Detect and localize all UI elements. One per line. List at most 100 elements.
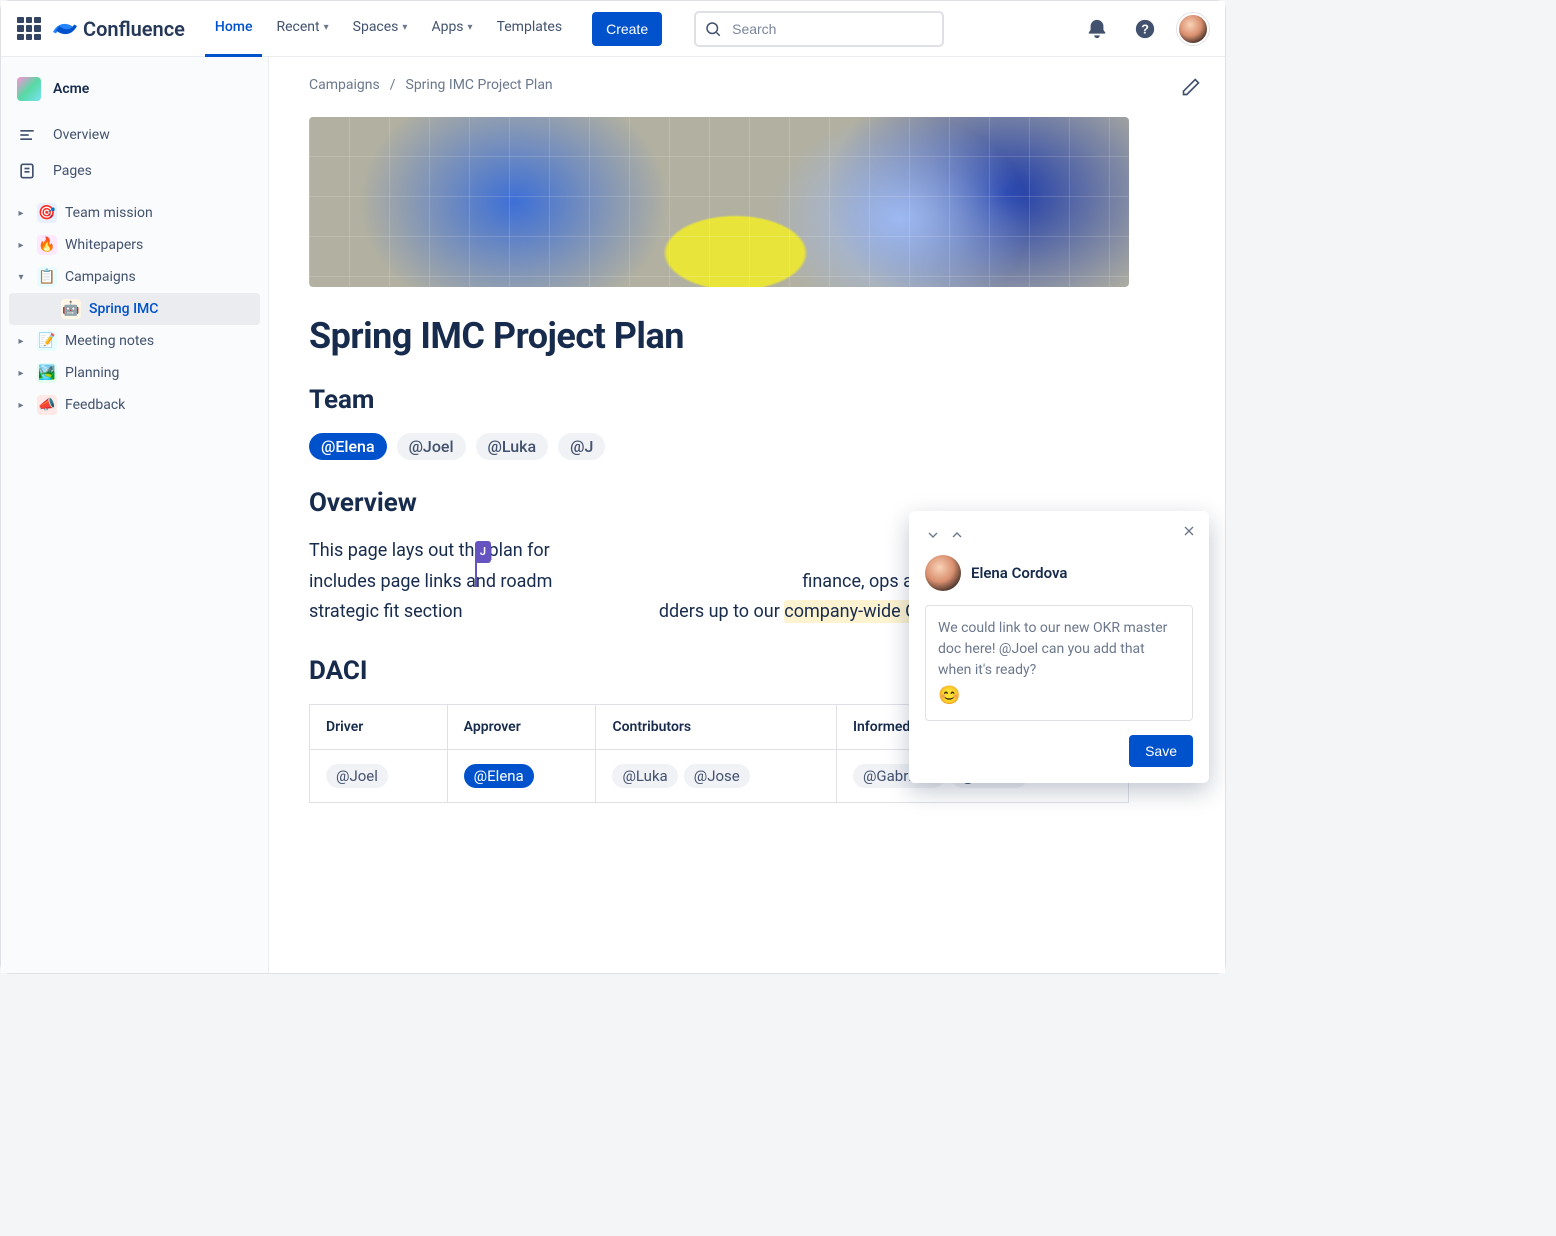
- mention-joel[interactable]: @Joel: [397, 433, 466, 460]
- search-icon: [704, 20, 722, 38]
- nav-spaces-label: Spaces: [353, 19, 399, 35]
- comment-popover: Elena Cordova We could link to our new O…: [909, 511, 1209, 783]
- notifications-icon[interactable]: [1081, 13, 1113, 45]
- confluence-logo[interactable]: Confluence: [53, 17, 185, 41]
- comment-emoji: 😊: [938, 687, 960, 705]
- nav-recent-label: Recent: [276, 19, 319, 35]
- confluence-glyph-icon: [53, 17, 77, 41]
- tree-item-planning[interactable]: ▸ 🏞️ Planning: [9, 357, 260, 389]
- nav-templates[interactable]: Templates: [487, 1, 573, 57]
- tree-item-icon: 📣: [37, 395, 57, 415]
- topbar-right: ?: [1081, 13, 1209, 45]
- tree-item-meeting-notes[interactable]: ▸ 📝 Meeting notes: [9, 325, 260, 357]
- tree-item-label: Spring IMC: [89, 301, 158, 317]
- help-icon[interactable]: ?: [1129, 13, 1161, 45]
- team-heading: Team: [309, 385, 1129, 415]
- tree-caret-icon[interactable]: ▸: [13, 400, 29, 411]
- sidebar-overview-label: Overview: [53, 127, 110, 143]
- search-input[interactable]: [694, 11, 944, 47]
- tree-caret-icon[interactable]: ▸: [13, 240, 29, 251]
- tree-item-icon: 📝: [37, 331, 57, 351]
- chevron-down-icon: ▾: [468, 22, 473, 33]
- tree-item-label: Feedback: [65, 397, 125, 413]
- daci-cell-driver: @Joel: [310, 749, 448, 802]
- page-header-image: [309, 117, 1129, 287]
- create-button[interactable]: Create: [592, 12, 662, 46]
- tree-item-campaigns[interactable]: ▾ 📋 Campaigns: [9, 261, 260, 293]
- tree-item-label: Planning: [65, 365, 119, 381]
- nav-apps-label: Apps: [431, 19, 463, 35]
- profile-avatar[interactable]: [1177, 13, 1209, 45]
- comment-author-avatar: [925, 555, 961, 591]
- edit-page-button[interactable]: [1181, 77, 1201, 97]
- comment-save-button[interactable]: Save: [1129, 735, 1193, 767]
- nav-templates-label: Templates: [497, 19, 563, 35]
- tree-item-icon: 🤖: [61, 299, 81, 319]
- tree-item-whitepapers[interactable]: ▸ 🔥 Whitepapers: [9, 229, 260, 261]
- mention-elena[interactable]: @Elena: [309, 433, 387, 460]
- nav-spaces[interactable]: Spaces▾: [343, 1, 418, 57]
- mention-joel[interactable]: @Joel: [326, 764, 388, 788]
- breadcrumb: Campaigns / Spring IMC Project Plan: [309, 77, 1129, 93]
- tree-item-icon: 🏞️: [37, 363, 57, 383]
- space-header[interactable]: Acme: [9, 73, 260, 117]
- breadcrumb-current[interactable]: Spring IMC Project Plan: [406, 77, 553, 93]
- tree-item-spring-imc[interactable]: 🤖 Spring IMC: [9, 293, 260, 325]
- comment-next-icon[interactable]: [949, 527, 965, 543]
- nav-recent[interactable]: Recent ▾: [266, 1, 338, 57]
- mention-luka[interactable]: @Luka: [612, 764, 677, 788]
- sidebar: Acme Overview Pages ▸ 🎯 Team mission ▸ 🔥 Whit…: [1, 57, 269, 973]
- tree-item-label: Campaigns: [65, 269, 136, 285]
- comment-input[interactable]: We could link to our new OKR master doc …: [925, 605, 1193, 721]
- comment-nav: [925, 527, 1193, 543]
- comment-author: Elena Cordova: [925, 555, 1193, 591]
- comment-close-icon[interactable]: [1181, 523, 1197, 539]
- tree-item-label: Whitepapers: [65, 237, 143, 253]
- primary-nav: Home Recent▾ Spaces▾ Apps▾ Templates: [205, 1, 572, 57]
- tree-item-label: Team mission: [65, 205, 153, 221]
- nav-home[interactable]: Home: [205, 1, 263, 57]
- breadcrumb-parent[interactable]: Campaigns: [309, 77, 380, 93]
- tree-caret-icon[interactable]: ▾: [13, 272, 29, 283]
- tree-item-team-mission[interactable]: ▸ 🎯 Team mission: [9, 197, 260, 229]
- overview-text-5: dders up to our: [659, 601, 784, 622]
- tree-item-icon: 🔥: [37, 235, 57, 255]
- nav-apps[interactable]: Apps ▾: [421, 1, 482, 57]
- daci-header-approver: Approver: [447, 704, 596, 749]
- daci-cell-approver: @Elena: [447, 749, 596, 802]
- breadcrumb-separator: /: [390, 77, 396, 93]
- tree-item-feedback[interactable]: ▸ 📣 Feedback: [9, 389, 260, 421]
- main-content: Campaigns / Spring IMC Project Plan Spri…: [269, 57, 1225, 973]
- mention-luka[interactable]: @Luka: [476, 433, 549, 460]
- overview-icon: [17, 125, 41, 145]
- tree-caret-icon[interactable]: ▸: [13, 368, 29, 379]
- tree-item-label: Meeting notes: [65, 333, 154, 349]
- overview-text-1: This page lays out the plan for: [309, 540, 554, 561]
- tree-item-icon: 📋: [37, 267, 57, 287]
- page-title: Spring IMC Project Plan: [309, 315, 1129, 357]
- search-container: [694, 11, 944, 47]
- tree-item-icon: 🎯: [37, 203, 57, 223]
- comment-prev-icon[interactable]: [925, 527, 941, 543]
- topbar: Confluence Home Recent▾ Spaces▾ Apps▾ Te…: [1, 1, 1225, 57]
- app-switcher-icon[interactable]: [17, 17, 41, 41]
- pages-icon: [17, 161, 41, 181]
- daci-cell-contributors: @Luka @Jose: [596, 749, 837, 802]
- tree-caret-icon[interactable]: ▸: [13, 336, 29, 347]
- comment-author-name: Elena Cordova: [971, 564, 1067, 582]
- svg-text:?: ?: [1141, 21, 1149, 36]
- app-name: Confluence: [83, 17, 185, 41]
- mention-jose[interactable]: @Jose: [684, 764, 750, 788]
- mention-j[interactable]: @J: [558, 433, 605, 460]
- page-tree: ▸ 🎯 Team mission ▸ 🔥 Whitepapers ▾ 📋 Campaigns 🤖 S…: [9, 197, 260, 421]
- chevron-down-icon: ▾: [402, 22, 407, 33]
- sidebar-pages[interactable]: Pages: [9, 153, 260, 189]
- daci-header-contributors: Contributors: [596, 704, 837, 749]
- sidebar-pages-label: Pages: [53, 163, 92, 179]
- tree-caret-icon[interactable]: ▸: [13, 208, 29, 219]
- mention-elena[interactable]: @Elena: [464, 764, 534, 788]
- space-icon: [17, 77, 41, 101]
- comment-text: We could link to our new OKR master doc …: [938, 620, 1167, 678]
- sidebar-overview[interactable]: Overview: [9, 117, 260, 153]
- chevron-down-icon: ▾: [324, 22, 329, 33]
